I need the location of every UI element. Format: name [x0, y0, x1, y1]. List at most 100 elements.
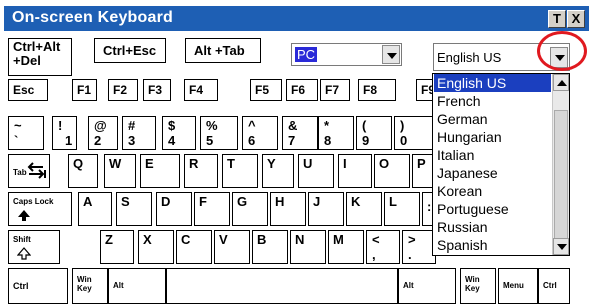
- key-q[interactable]: Q: [68, 154, 98, 188]
- key-alt-left[interactable]: Alt: [108, 268, 166, 304]
- key-8[interactable]: * 8: [318, 116, 354, 150]
- key-comma[interactable]: < ,: [366, 230, 400, 264]
- key-alt-right[interactable]: Alt: [398, 268, 456, 304]
- key-label: Esc: [13, 83, 35, 97]
- key-y[interactable]: Y: [262, 154, 294, 188]
- key-n[interactable]: N: [290, 230, 326, 264]
- help-button[interactable]: T: [548, 10, 566, 28]
- scroll-down-icon[interactable]: [553, 238, 569, 255]
- key-label: Ctrl+Alt +Del: [13, 39, 61, 68]
- language-option[interactable]: German: [434, 110, 551, 128]
- key-l[interactable]: L: [384, 192, 420, 226]
- key-top-label: <: [372, 232, 380, 247]
- key-label: I: [343, 156, 347, 171]
- key-f5[interactable]: F5: [250, 79, 282, 101]
- key-m[interactable]: M: [328, 230, 364, 264]
- key-f6[interactable]: F6: [286, 79, 318, 101]
- key-s[interactable]: S: [116, 192, 152, 226]
- key-label: S: [121, 194, 130, 209]
- language-option[interactable]: Japanese: [434, 164, 551, 182]
- key-d[interactable]: D: [156, 192, 192, 226]
- key-ctrl-left[interactable]: Ctrl: [8, 268, 68, 304]
- key-3[interactable]: # 3: [122, 116, 156, 150]
- key-6[interactable]: ^ 6: [242, 116, 278, 150]
- chevron-down-icon[interactable]: [382, 45, 400, 64]
- key-t[interactable]: T: [222, 154, 258, 188]
- language-option[interactable]: English US: [434, 74, 551, 92]
- key-v[interactable]: V: [214, 230, 250, 264]
- key-bottom-label: .: [408, 247, 412, 262]
- key-c[interactable]: C: [176, 230, 212, 264]
- keyboard-type-value: PC: [295, 47, 318, 62]
- language-option[interactable]: Italian: [434, 146, 551, 164]
- key-period[interactable]: > .: [402, 230, 436, 264]
- key-label: F4: [189, 83, 204, 97]
- key-alt-tab[interactable]: Alt +Tab: [185, 38, 261, 63]
- key-f1[interactable]: F1: [72, 79, 97, 101]
- key-label: Alt +Tab: [194, 43, 245, 58]
- key-2[interactable]: @ 2: [88, 116, 118, 150]
- key-f2[interactable]: F2: [108, 79, 138, 101]
- caps-lock-arrow-icon: [18, 210, 30, 221]
- key-k[interactable]: K: [346, 192, 382, 226]
- key-caps-lock[interactable]: Caps Lock: [8, 192, 72, 226]
- key-f3[interactable]: F3: [143, 79, 171, 101]
- key-f[interactable]: F: [194, 192, 230, 226]
- key-o[interactable]: O: [374, 154, 410, 188]
- key-7[interactable]: & 7: [282, 116, 318, 150]
- key-label: P: [417, 156, 426, 171]
- keyboard-type-select[interactable]: PC: [291, 43, 402, 66]
- key-bottom-label: 5: [206, 133, 214, 148]
- key-label: Ctrl: [543, 281, 557, 290]
- key-a[interactable]: A: [78, 192, 112, 226]
- key-space[interactable]: [166, 268, 398, 304]
- key-g[interactable]: G: [232, 192, 268, 226]
- key-bottom-label: 6: [248, 133, 256, 148]
- key-tab[interactable]: Tab: [8, 154, 50, 188]
- key-f7[interactable]: F7: [320, 79, 350, 101]
- dropdown-scrollbar[interactable]: [552, 74, 569, 255]
- scrollbar-thumb[interactable]: [554, 110, 568, 242]
- key-1[interactable]: ! 1: [52, 116, 77, 150]
- key-win-left[interactable]: Win Key: [72, 268, 108, 304]
- key-x[interactable]: X: [138, 230, 174, 264]
- key-ctrl-right[interactable]: Ctrl: [538, 268, 570, 304]
- key-label: G: [237, 194, 248, 209]
- key-4[interactable]: $ 4: [162, 116, 196, 150]
- key-label: Q: [73, 156, 84, 171]
- key-h[interactable]: H: [270, 192, 306, 226]
- language-option[interactable]: Korean: [434, 182, 551, 200]
- key-e[interactable]: E: [140, 154, 180, 188]
- key-0[interactable]: ) 0: [394, 116, 434, 150]
- key-label: Menu: [503, 281, 524, 290]
- key-menu[interactable]: Menu: [498, 268, 538, 304]
- language-option[interactable]: Portuguese: [434, 200, 551, 218]
- scroll-up-icon[interactable]: [553, 74, 569, 91]
- key-w[interactable]: W: [104, 154, 136, 188]
- key-esc[interactable]: Esc: [8, 79, 48, 101]
- key-shift[interactable]: Shift: [8, 230, 60, 264]
- key-label: Tab: [13, 168, 27, 177]
- key-win-right[interactable]: Win Key: [460, 268, 496, 304]
- key-label: Shift: [13, 235, 31, 244]
- key-5[interactable]: % 5: [200, 116, 238, 150]
- language-option[interactable]: French: [434, 92, 551, 110]
- key-r[interactable]: R: [184, 154, 218, 188]
- key-bottom-label: 1: [65, 133, 73, 148]
- highlight-annotation: [537, 31, 587, 71]
- key-j[interactable]: J: [308, 192, 344, 226]
- key-tilde[interactable]: ~ `: [8, 116, 44, 150]
- key-u[interactable]: U: [298, 154, 334, 188]
- language-option[interactable]: Russian: [434, 218, 551, 236]
- key-i[interactable]: I: [338, 154, 372, 188]
- close-button[interactable]: X: [567, 10, 585, 28]
- key-f4[interactable]: F4: [184, 79, 218, 101]
- key-ctrl-alt-del[interactable]: Ctrl+Alt +Del: [8, 38, 72, 76]
- key-ctrl-esc[interactable]: Ctrl+Esc: [94, 38, 166, 63]
- key-z[interactable]: Z: [100, 230, 134, 264]
- key-b[interactable]: B: [252, 230, 288, 264]
- language-option[interactable]: Spanish: [434, 236, 551, 254]
- key-9[interactable]: ( 9: [356, 116, 392, 150]
- key-f8[interactable]: F8: [358, 79, 396, 101]
- language-option[interactable]: Hungarian: [434, 128, 551, 146]
